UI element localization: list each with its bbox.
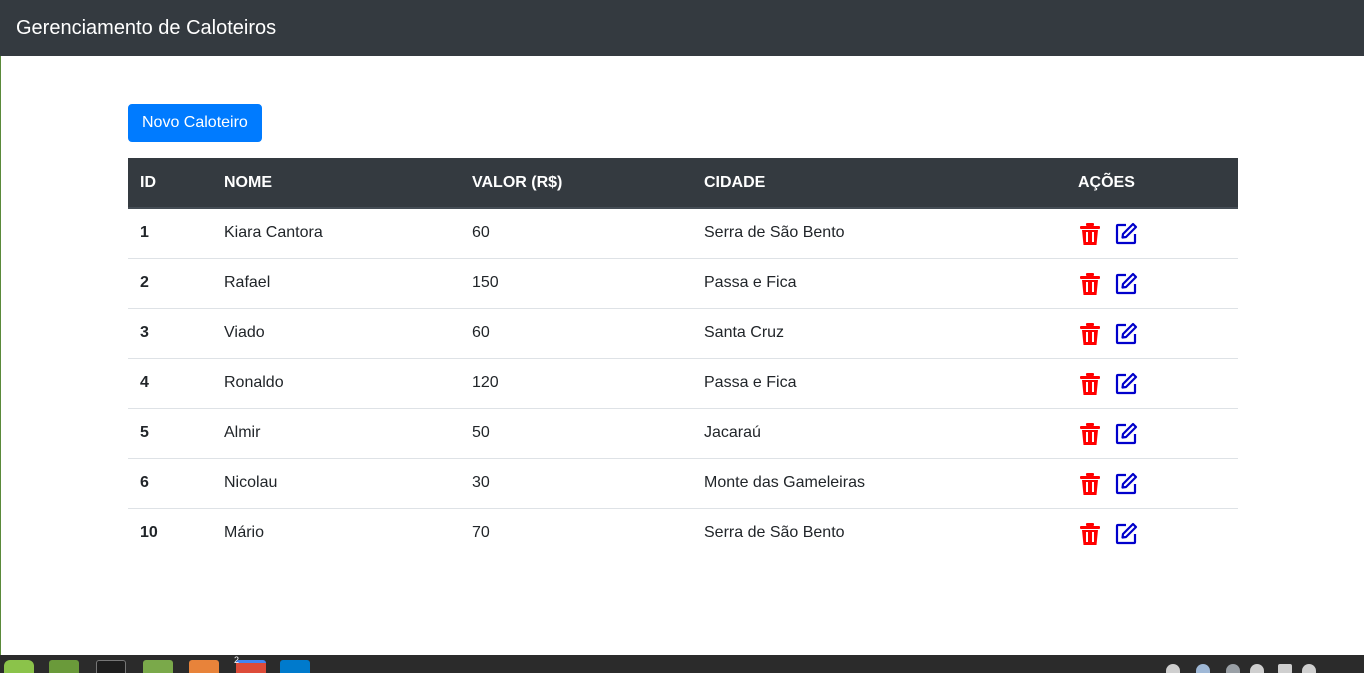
table-row: 1 Kiara Cantora 60 Serra de São Bento xyxy=(128,208,1238,258)
table-body: 1 Kiara Cantora 60 Serra de São Bento 2 … xyxy=(128,208,1238,558)
wifi-icon[interactable] xyxy=(1250,664,1264,673)
table-row: 5 Almir 50 Jacaraú xyxy=(128,407,1238,458)
cell-id: 3 xyxy=(128,307,212,358)
power-icon[interactable] xyxy=(1302,664,1316,673)
new-caloteiro-button[interactable]: Novo Caloteiro xyxy=(128,104,262,142)
table-row: 2 Rafael 150 Passa e Fica xyxy=(128,257,1238,308)
trash-icon[interactable] xyxy=(1078,372,1102,396)
edit-icon[interactable] xyxy=(1114,472,1138,496)
row-actions xyxy=(1078,370,1226,396)
edit-icon[interactable] xyxy=(1114,222,1138,246)
navbar-brand[interactable]: Gerenciamento de Caloteiros xyxy=(16,17,276,40)
window-left-edge xyxy=(0,0,1,655)
files-icon[interactable] xyxy=(143,660,173,673)
row-actions xyxy=(1078,470,1226,496)
cell-nome: Almir xyxy=(212,407,460,458)
terminal-icon[interactable] xyxy=(96,660,126,673)
cell-valor: 30 xyxy=(460,457,692,508)
header-nome: NOME xyxy=(212,158,460,209)
table-header: ID NOME VALOR (R$) CIDADE AÇÕES xyxy=(128,158,1238,209)
header-acoes: AÇÕES xyxy=(1066,158,1238,209)
cell-id: 5 xyxy=(128,407,212,458)
cell-nome: Nicolau xyxy=(212,457,460,508)
cell-cidade: Monte das Gameleiras xyxy=(692,457,1066,508)
cell-valor: 70 xyxy=(460,507,692,558)
file-manager-icon[interactable] xyxy=(49,660,79,673)
cell-id: 2 xyxy=(128,257,212,308)
cell-nome: Kiara Cantora xyxy=(224,224,323,242)
edit-icon[interactable] xyxy=(1114,322,1138,346)
table-row: 4 Ronaldo 120 Passa e Fica xyxy=(128,357,1238,408)
cell-valor: 150 xyxy=(460,257,692,308)
header-id: ID xyxy=(128,158,212,209)
app-icon[interactable] xyxy=(189,660,219,673)
table-row: 6 Nicolau 30 Monte das Gameleiras xyxy=(128,457,1238,508)
header-cidade: CIDADE xyxy=(692,158,1066,209)
cell-acoes xyxy=(1066,257,1238,308)
cell-valor: 60 xyxy=(472,224,490,242)
cell-nome: Mário xyxy=(212,507,460,558)
trash-icon[interactable] xyxy=(1078,422,1102,446)
cell-acoes xyxy=(1066,208,1238,258)
cell-acoes xyxy=(1066,457,1238,508)
cell-acoes xyxy=(1066,407,1238,458)
cell-valor: 60 xyxy=(460,307,692,358)
row-actions xyxy=(1078,420,1226,446)
trash-icon[interactable] xyxy=(1078,272,1102,296)
cell-acoes xyxy=(1066,307,1238,358)
table-row: 10 Mário 70 Serra de São Bento xyxy=(128,507,1238,558)
trash-icon[interactable] xyxy=(1078,472,1102,496)
cell-cidade: Santa Cruz xyxy=(692,307,1066,358)
table-header-row: ID NOME VALOR (R$) CIDADE AÇÕES xyxy=(128,158,1238,209)
cell-id: 10 xyxy=(128,507,212,558)
row-actions xyxy=(1078,320,1226,346)
navbar: Gerenciamento de Caloteiros xyxy=(0,0,1364,56)
shield-icon[interactable] xyxy=(1196,664,1210,673)
cell-valor: 120 xyxy=(460,357,692,408)
cell-id: 4 xyxy=(128,357,212,408)
cell-cidade: Serra de São Bento xyxy=(692,507,1066,558)
network-icon[interactable] xyxy=(1166,664,1180,673)
cell-acoes xyxy=(1066,507,1238,558)
main-container: Novo Caloteiro ID NOME VALOR (R$) CIDADE… xyxy=(128,104,1238,558)
row-actions xyxy=(1078,220,1226,246)
cell-nome: Viado xyxy=(212,307,460,358)
cell-id: 1 xyxy=(140,224,149,242)
edit-icon[interactable] xyxy=(1114,422,1138,446)
row-actions xyxy=(1078,520,1226,546)
cell-nome: Rafael xyxy=(212,257,460,308)
cell-valor: 50 xyxy=(460,407,692,458)
chrome-window-count-badge: 2 xyxy=(234,655,240,665)
cell-acoes xyxy=(1066,357,1238,408)
battery-icon[interactable] xyxy=(1278,664,1292,673)
mint-menu-icon[interactable] xyxy=(4,660,34,673)
taskbar: 2 xyxy=(0,655,1364,673)
cell-cidade: Serra de São Bento xyxy=(704,224,845,242)
vscode-icon[interactable] xyxy=(280,660,310,673)
cell-id: 6 xyxy=(128,457,212,508)
chrome-icon[interactable] xyxy=(236,660,266,673)
edit-icon[interactable] xyxy=(1114,272,1138,296)
cell-cidade: Jacaraú xyxy=(692,407,1066,458)
cell-cidade: Passa e Fica xyxy=(692,357,1066,408)
cell-nome: Ronaldo xyxy=(212,357,460,408)
trash-icon[interactable] xyxy=(1078,522,1102,546)
row-actions xyxy=(1078,270,1226,296)
trash-icon[interactable] xyxy=(1078,322,1102,346)
caloteiros-table: ID NOME VALOR (R$) CIDADE AÇÕES 1 Kiara … xyxy=(128,158,1238,558)
volume-icon[interactable] xyxy=(1226,664,1240,673)
cell-cidade: Passa e Fica xyxy=(692,257,1066,308)
table-row: 3 Viado 60 Santa Cruz xyxy=(128,307,1238,358)
header-valor: VALOR (R$) xyxy=(460,158,692,209)
trash-icon[interactable] xyxy=(1078,222,1102,246)
edit-icon[interactable] xyxy=(1114,522,1138,546)
edit-icon[interactable] xyxy=(1114,372,1138,396)
